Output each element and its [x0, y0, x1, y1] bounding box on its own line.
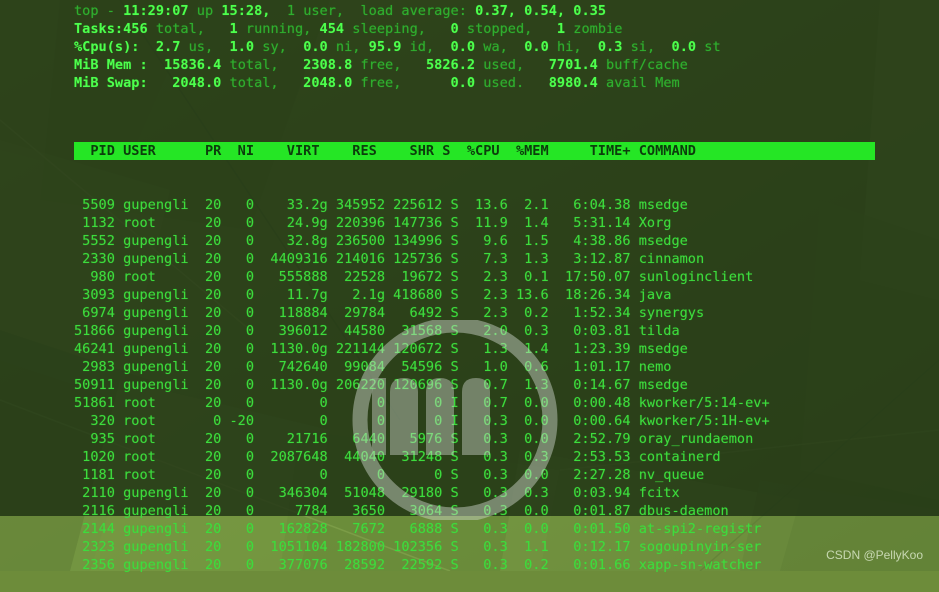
current-time: 11:29:07: [123, 3, 189, 19]
process-row[interactable]: 2330 gupengli 20 0 4409316 214016 125736…: [74, 250, 875, 268]
cpu-ni-value: 0.0: [303, 39, 328, 55]
process-row[interactable]: 50911 gupengli 20 0 1130.0g 206220 12069…: [74, 376, 875, 394]
mem-total-label: total,: [221, 57, 304, 73]
cpu-sy-value: 1.0: [229, 39, 255, 55]
process-row[interactable]: 2983 gupengli 20 0 742640 99084 54596 S …: [74, 358, 875, 376]
swap-avail-value: 8980.4: [548, 75, 598, 91]
swap-label: MiB Swap:: [74, 75, 173, 91]
mem-label: MiB Mem :: [74, 57, 165, 73]
cpu-label: %Cpu(s):: [74, 39, 156, 55]
process-table-body: 5509 gupengli 20 0 33.2g 345952 225612 S…: [74, 196, 875, 574]
process-row[interactable]: 51861 root 20 0 0 0 0 I 0.7 0.0 0:00.48 …: [74, 394, 875, 412]
process-row[interactable]: 935 root 20 0 21716 6440 5976 S 0.3 0.0 …: [74, 430, 875, 448]
process-table: PID USER PR NI VIRT RES SHR S %CPU %MEM …: [74, 106, 875, 592]
tasks-zombie-value: 1: [556, 21, 566, 37]
process-row[interactable]: 2144 gupengli 20 0 162828 7672 6888 S 0.…: [74, 520, 875, 538]
cpu-wa-value: 0.0: [450, 39, 476, 55]
csdn-credit-watermark: CSDN @PellyKoo: [826, 548, 923, 562]
mem-total-value: 15836.4: [164, 57, 222, 73]
tasks-stopped-label: stopped,: [458, 21, 557, 37]
load-average-value: 0.37, 0.54, 0.35: [475, 3, 607, 19]
tasks-stopped-value: 0: [450, 21, 459, 37]
mem-used-label: used,: [475, 57, 549, 73]
cpu-sy-label: sy,: [254, 39, 304, 55]
user-count: 1 user,: [270, 3, 361, 19]
top-summary-line-uptime: top - 11:29:07 up 15:28, 1 user, load av…: [0, 0, 939, 20]
cpu-wa-label: wa,: [475, 39, 525, 55]
swap-total-value: 2048.0: [172, 75, 222, 91]
tasks-running-label: running,: [237, 21, 320, 37]
top-summary-line-mem: MiB Mem : 15836.4 total, 2308.8 free, 58…: [0, 54, 939, 74]
cpu-si-value: 0.3: [597, 39, 623, 55]
cpu-ni-label: ni,: [327, 39, 369, 55]
process-row[interactable]: 320 root 0 -20 0 0 0 I 0.3 0.0 0:00.64 k…: [74, 412, 875, 430]
process-row[interactable]: 6974 gupengli 20 0 118884 29784 6492 S 2…: [74, 304, 875, 322]
cpu-hi-value: 0.0: [524, 39, 549, 55]
process-row[interactable]: 5509 gupengli 20 0 33.2g 345952 225612 S…: [74, 196, 875, 214]
process-row[interactable]: 46241 gupengli 20 0 1130.0g 221144 12067…: [74, 340, 875, 358]
tasks-sleeping-label: sleeping,: [344, 21, 451, 37]
process-row[interactable]: 980 root 20 0 555888 22528 19672 S 2.3 0…: [74, 268, 875, 286]
mem-buffcache-label: buff/cache: [597, 57, 688, 73]
process-table-header-row[interactable]: PID USER PR NI VIRT RES SHR S %CPU %MEM …: [74, 142, 875, 160]
cpu-si-label: si,: [622, 39, 672, 55]
process-row[interactable]: 2110 gupengli 20 0 346304 51048 29180 S …: [74, 484, 875, 502]
cpu-st-value: 0.0: [671, 39, 697, 55]
process-row[interactable]: 1020 root 20 0 2087648 44040 31248 S 0.3…: [74, 448, 875, 466]
swap-free-value: 2048.0: [303, 75, 353, 91]
cpu-us-label: us,: [180, 39, 230, 55]
mem-free-value: 2308.8: [303, 57, 353, 73]
top-summary-line-tasks: Tasks:456 total, 1 running, 454 sleeping…: [0, 18, 939, 38]
tasks-total-label: total,: [147, 21, 230, 37]
top-summary-line-swap: MiB Swap: 2048.0 total, 2048.0 free, 0.0…: [0, 72, 939, 92]
top-summary-line-cpu: %Cpu(s): 2.7 us, 1.0 sy, 0.0 ni, 95.9 id…: [0, 36, 939, 56]
tasks-sleeping-value: 454: [319, 21, 345, 37]
swap-total-label: total,: [221, 75, 304, 91]
tasks-running-value: 1: [229, 21, 238, 37]
cpu-id-value: 95.9: [368, 39, 402, 55]
process-row[interactable]: 51866 gupengli 20 0 396012 44580 31568 S…: [74, 322, 875, 340]
mem-free-label: free,: [352, 57, 426, 73]
load-average-label: load average:: [360, 3, 476, 19]
swap-avail-label: avail Mem: [597, 75, 680, 91]
process-row[interactable]: 1181 root 20 0 0 0 0 S 0.3 0.0 2:27.28 n…: [74, 466, 875, 484]
swap-used-value: 0.0: [450, 75, 476, 91]
tasks-total-value: 456: [123, 21, 148, 37]
cpu-us-value: 2.7: [155, 39, 181, 55]
swap-free-label: free,: [352, 75, 451, 91]
process-row[interactable]: 3093 gupengli 20 0 11.7g 2.1g 418680 S 2…: [74, 286, 875, 304]
cpu-st-label: st: [696, 39, 721, 55]
uptime-value: 15:28,: [221, 3, 271, 19]
swap-used-label: used.: [475, 75, 549, 91]
process-row[interactable]: 1132 root 20 0 24.9g 220396 147736 S 11.…: [74, 214, 875, 232]
top-command-label: top -: [74, 3, 124, 19]
uptime-label: up: [188, 3, 222, 19]
cpu-id-label: id,: [401, 39, 451, 55]
tasks-zombie-label: zombie: [565, 21, 623, 37]
tasks-label: Tasks:: [74, 21, 124, 37]
process-row[interactable]: 2116 gupengli 20 0 7784 3650 3064 S 0.3 …: [74, 502, 875, 520]
process-row[interactable]: 2356 gupengli 20 0 377076 28592 22592 S …: [74, 556, 875, 574]
process-row[interactable]: 2323 gupengli 20 0 1051104 182800 102356…: [74, 538, 875, 556]
process-row[interactable]: 5552 gupengli 20 0 32.8g 236500 134996 S…: [74, 232, 875, 250]
cpu-hi-label: hi,: [548, 39, 598, 55]
mem-buffcache-value: 7701.4: [548, 57, 598, 73]
mem-used-value: 5826.2: [425, 57, 476, 73]
